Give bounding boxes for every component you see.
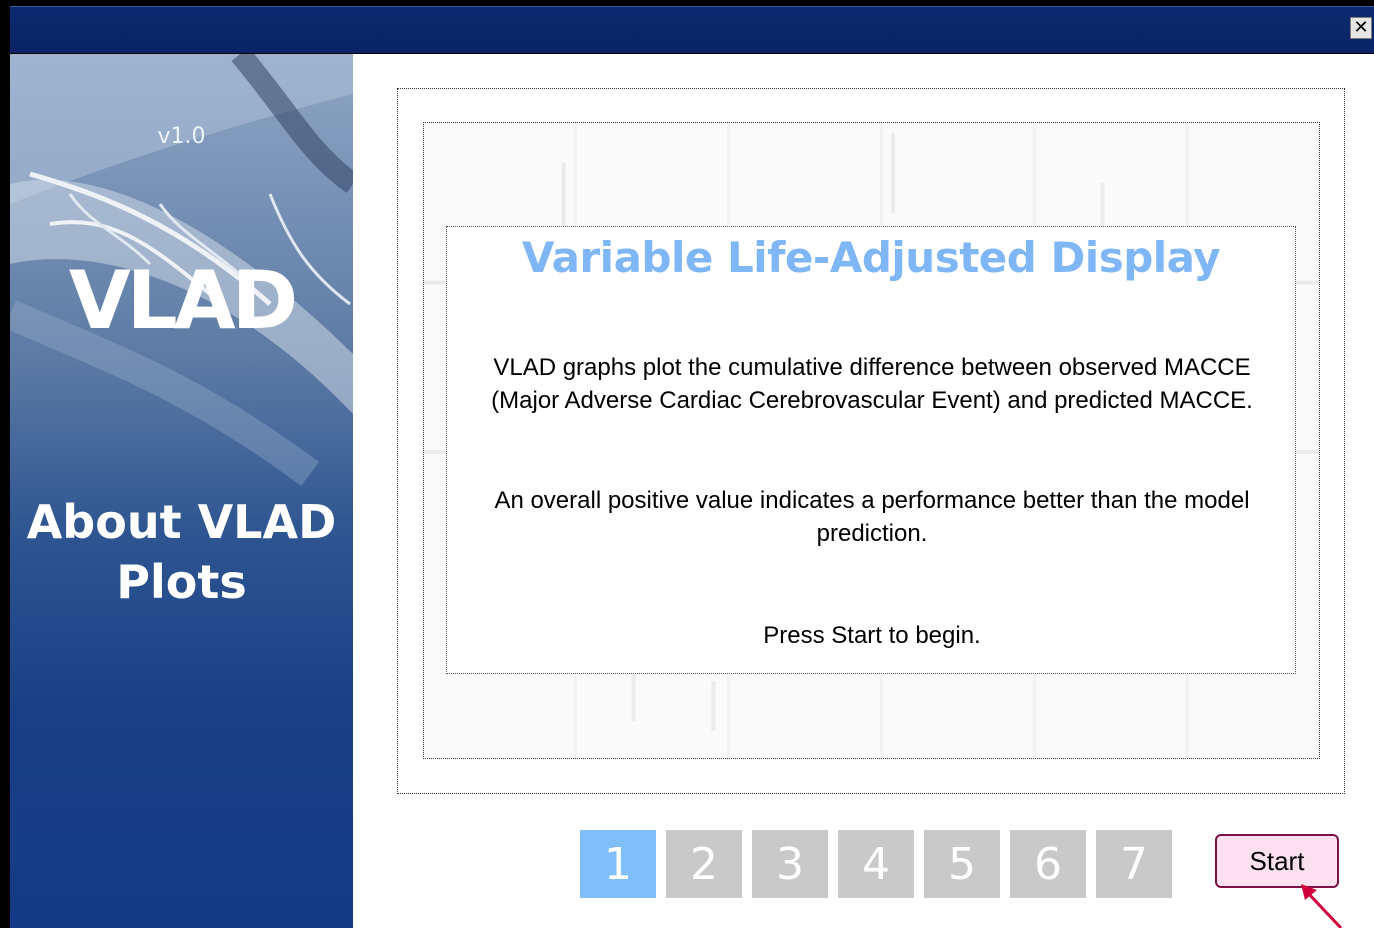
step-2[interactable]: 2 (666, 830, 742, 898)
title-bar: ✕ (10, 6, 1374, 53)
sidebar-banner: v1.0 VLAD About VLAD Plots (10, 54, 353, 928)
about-title-line1: About VLAD (26, 495, 337, 549)
close-icon[interactable]: ✕ (1350, 17, 1372, 39)
pointer-arrow-icon (1301, 884, 1343, 928)
main-panel: Variable Life-Adjusted Display VLAD grap… (353, 54, 1374, 928)
step-6[interactable]: 6 (1010, 830, 1086, 898)
description-paragraph-2: An overall positive value indicates a pe… (494, 487, 1250, 547)
vlad-logo: VLAD (68, 254, 298, 347)
description-paragraph-1: VLAD graphs plot the cumulative differen… (491, 354, 1253, 414)
start-instruction: Press Start to begin. (763, 622, 981, 649)
page-title: Variable Life-Adjusted Display (521, 233, 1221, 282)
step-1[interactable]: 1 (580, 830, 656, 898)
step-indicator: 1 2 3 4 5 6 7 (580, 830, 1172, 898)
step-5[interactable]: 5 (924, 830, 1000, 898)
info-panel: Variable Life-Adjusted Display VLAD grap… (446, 226, 1296, 674)
step-3[interactable]: 3 (752, 830, 828, 898)
step-7[interactable]: 7 (1096, 830, 1172, 898)
version-label: v1.0 (157, 124, 206, 149)
about-title: About VLAD Plots (10, 492, 353, 612)
about-title-line2: Plots (116, 555, 247, 609)
step-4[interactable]: 4 (838, 830, 914, 898)
